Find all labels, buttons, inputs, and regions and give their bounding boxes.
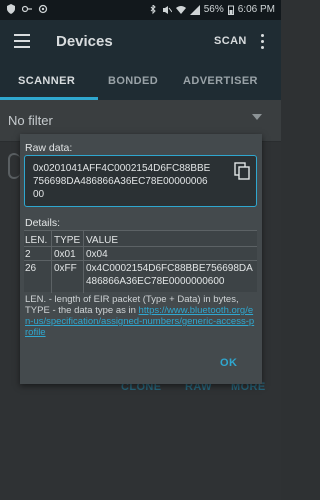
tab-advertiser[interactable]: ADVERTISER xyxy=(183,75,258,87)
column-header-value: VALUE xyxy=(86,235,119,246)
row-2-len: 26 xyxy=(25,263,37,274)
row-1-type: 0x01 xyxy=(54,249,76,260)
device-list-area xyxy=(0,384,281,500)
filter-label: No filter xyxy=(8,113,53,128)
expand-filter-icon[interactable] xyxy=(252,114,262,120)
tab-bar: SCANNER BONDED ADVERTISER xyxy=(0,64,281,100)
signal-icon xyxy=(189,4,200,15)
sync-icon xyxy=(38,4,48,14)
raw-data-value: 0x0201041AFF4C0002154D6FC88BBE756698DA48… xyxy=(33,163,211,200)
app-bar: Devices SCAN xyxy=(0,20,281,64)
screen: 56% 6:06 PM Devices SCAN SCANNER BONDED … xyxy=(0,0,281,500)
details-table: LEN. TYPE VALUE 2 0x01 0x04 26 0xFF 0x4C… xyxy=(24,230,257,293)
scan-button[interactable]: SCAN xyxy=(214,35,247,47)
column-header-type: TYPE xyxy=(54,235,81,246)
menu-icon[interactable] xyxy=(14,34,30,48)
raw-data-dialog: Raw data: 0x0201041AFF4C0002154D6FC88BBE… xyxy=(20,134,262,384)
mute-icon xyxy=(162,5,172,14)
row-1-len: 2 xyxy=(25,249,31,260)
battery-icon xyxy=(227,5,234,15)
tab-scanner[interactable]: SCANNER xyxy=(18,75,75,87)
raw-data-field[interactable]: 0x0201041AFF4C0002154D6FC88BBE756698DA48… xyxy=(24,155,257,207)
row-2-value: 0x4C0002154D6FC88BBE756698DA486866A36EC7… xyxy=(86,263,253,287)
overflow-menu-icon[interactable] xyxy=(261,34,265,50)
page-title: Devices xyxy=(56,33,113,50)
column-header-len: LEN. xyxy=(25,235,48,246)
bluetooth-icon xyxy=(150,4,156,14)
row-1-value: 0x04 xyxy=(86,249,108,260)
tab-bonded[interactable]: BONDED xyxy=(108,75,158,87)
status-bar: 56% 6:06 PM xyxy=(0,0,281,20)
row-2-type: 0xFF xyxy=(54,263,77,274)
vpn-shield-icon xyxy=(7,4,15,14)
battery-percent: 56% xyxy=(203,4,224,15)
raw-data-label: Raw data: xyxy=(25,142,73,154)
key-icon xyxy=(22,5,32,13)
device-list-item-fragment xyxy=(8,153,20,179)
clock: 6:06 PM xyxy=(237,4,275,15)
copy-icon[interactable] xyxy=(234,162,250,180)
details-label: Details: xyxy=(25,217,61,229)
wifi-icon xyxy=(175,5,186,14)
ok-button[interactable]: OK xyxy=(220,357,237,369)
legend-note: LEN. - length of EIR packet (Type + Data… xyxy=(25,294,257,338)
